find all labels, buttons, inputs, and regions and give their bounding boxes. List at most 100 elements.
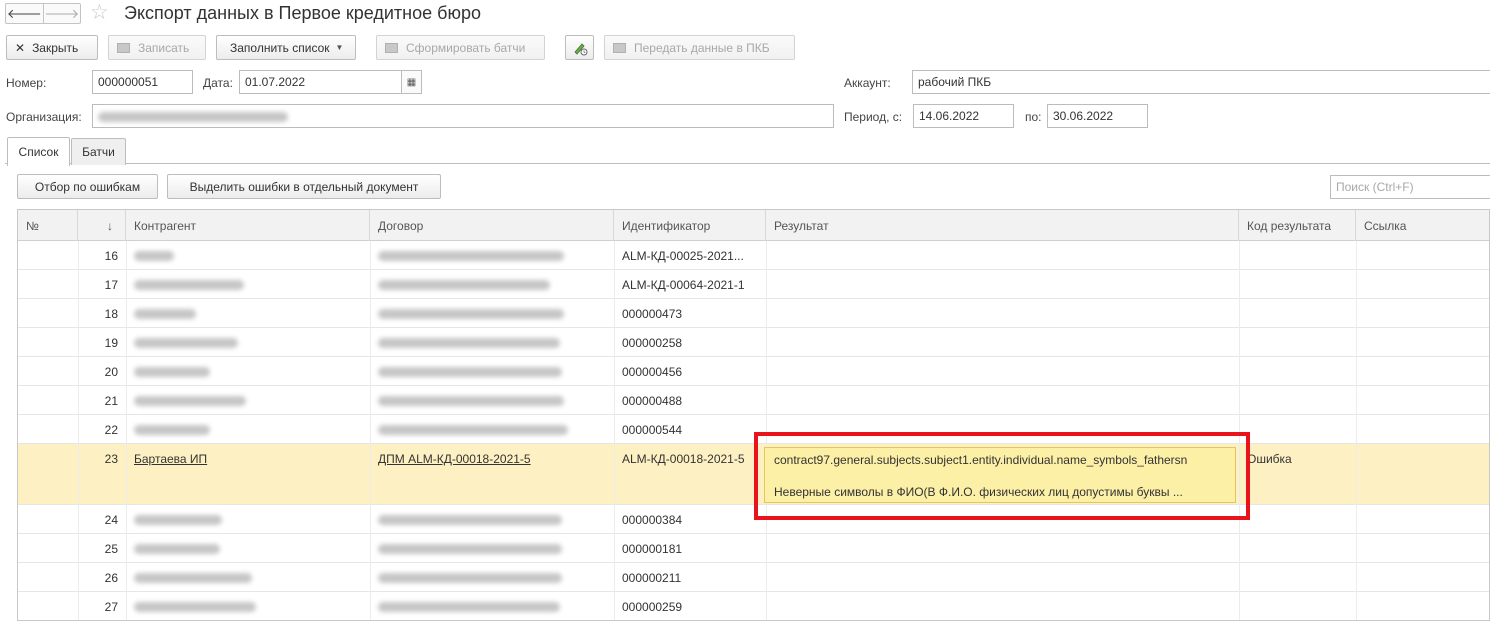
row-counterparty: Бартаева ИП [126, 444, 370, 505]
row-identifier: 000000384 [622, 513, 683, 527]
row-counterparty-blurred [134, 515, 222, 525]
row-number: 21 [104, 394, 118, 408]
table-row[interactable]: 25 000000181 [18, 534, 1489, 563]
fill-list-button[interactable]: Заполнить список ▼ [216, 35, 356, 60]
extract-errors-button[interactable]: Выделить ошибки в отдельный документ [167, 174, 441, 199]
search-input[interactable]: Поиск (Ctrl+F) [1330, 175, 1490, 199]
row-result-code [1239, 270, 1356, 299]
column-divider [126, 270, 127, 299]
account-field[interactable]: рабочий ПКБ [912, 70, 1490, 94]
row-identifier: 000000258 [622, 336, 683, 350]
table-row[interactable]: 26 000000211 [18, 563, 1489, 592]
column-divider [766, 241, 767, 270]
send-to-pkb-button[interactable]: Передать данные в ПКБ [604, 35, 795, 60]
number-field[interactable]: 000000051 [92, 70, 193, 94]
period-from-label: Период, с: [844, 110, 903, 124]
row-result-code [1239, 415, 1356, 444]
header-link[interactable]: Ссылка [1356, 210, 1489, 241]
close-button[interactable]: ✕ Закрыть [6, 35, 98, 60]
number-label: Номер: [6, 76, 47, 90]
row-contract-blurred [378, 544, 562, 554]
date-field[interactable]: 01.07.2022 ▦ [239, 70, 422, 94]
header-contract[interactable]: Договор [370, 210, 614, 241]
column-divider [766, 357, 767, 386]
tab-batches[interactable]: Батчи [71, 138, 126, 165]
row-number: 20 [104, 365, 118, 379]
batch-icon [385, 42, 398, 53]
header-identifier[interactable]: Идентификатор [614, 210, 766, 241]
row-counterparty [126, 415, 370, 444]
row-result-code [1239, 563, 1356, 592]
envelope-icon [613, 42, 626, 53]
column-divider [78, 505, 79, 534]
column-divider [126, 299, 127, 328]
send-to-pkb-label: Передать данные в ПКБ [634, 40, 770, 55]
row-counterparty-blurred [134, 602, 256, 612]
column-divider [1356, 357, 1357, 386]
row-contract [370, 415, 614, 444]
row-result-code [1239, 299, 1356, 328]
row-counterparty [126, 534, 370, 563]
column-divider [126, 386, 127, 415]
column-divider [370, 534, 371, 563]
column-divider [614, 270, 615, 299]
organization-field[interactable] [92, 104, 834, 128]
row-identifier: 000000456 [622, 365, 683, 379]
column-divider [126, 444, 127, 505]
column-divider [1356, 444, 1357, 505]
save-button-label: Записать [138, 40, 190, 55]
filter-errors-button[interactable]: Отбор по ошибкам [17, 174, 158, 199]
window-title: Экспорт данных в Первое кредитное бюро [124, 3, 481, 23]
table-row[interactable]: 20 000000456 [18, 357, 1489, 386]
row-contract [370, 563, 614, 592]
forward-arrow-icon[interactable]: 🡒 [42, 4, 81, 23]
row-counterparty [126, 241, 370, 270]
header-result-code[interactable]: Код результата [1239, 210, 1356, 241]
table-row[interactable]: 16 ALM-КД-00025-2021... [18, 241, 1489, 270]
row-counterparty [126, 328, 370, 357]
back-arrow-icon[interactable]: 🡐 [6, 4, 43, 23]
row-counterparty [126, 357, 370, 386]
history-nav: 🡐 🡒 [5, 3, 81, 24]
form-batches-button[interactable]: Сформировать батчи [376, 35, 545, 60]
pen-clock-icon [573, 42, 587, 55]
sort-arrow-icon[interactable]: ↓ [78, 210, 126, 241]
row-contract: ДПМ ALM-КД-00018-2021-5 [370, 444, 614, 505]
table-row[interactable]: 17 ALM-КД-00064-2021-1 [18, 270, 1489, 299]
column-divider [614, 241, 615, 270]
results-table: № ↓ Контрагент Договор Идентификатор Рез… [17, 209, 1490, 621]
table-row[interactable]: 27 000000259 [18, 592, 1489, 620]
row-number: 27 [104, 600, 118, 614]
column-divider [766, 328, 767, 357]
column-divider [370, 415, 371, 444]
save-button[interactable]: Записать [108, 35, 206, 60]
organization-blurred-value [98, 112, 288, 122]
period-from-field[interactable]: 14.06.2022 [913, 104, 1014, 128]
row-contract-blurred [378, 309, 564, 319]
period-to-field[interactable]: 30.06.2022 [1047, 104, 1148, 128]
tab-list[interactable]: Список [7, 137, 70, 166]
row-contract-link[interactable]: ДПМ ALM-КД-00018-2021-5 [378, 452, 531, 466]
column-divider [1239, 357, 1240, 386]
header-number[interactable]: № [18, 210, 78, 241]
table-row[interactable]: 21 000000488 [18, 386, 1489, 415]
form-batches-label: Сформировать батчи [406, 40, 526, 55]
column-divider [78, 563, 79, 592]
calendar-icon[interactable]: ▦ [401, 71, 421, 93]
table-row[interactable]: 18 000000473 [18, 299, 1489, 328]
favorite-star-icon[interactable]: ☆ [90, 1, 109, 25]
column-divider [1239, 270, 1240, 299]
row-counterparty-blurred [134, 309, 196, 319]
header-result[interactable]: Результат [766, 210, 1239, 241]
column-divider [126, 534, 127, 563]
table-row[interactable]: 19 000000258 [18, 328, 1489, 357]
column-divider [1356, 415, 1357, 444]
column-divider [78, 386, 79, 415]
column-divider [370, 592, 371, 620]
header-counterparty[interactable]: Контрагент [126, 210, 370, 241]
row-contract-blurred [378, 338, 560, 348]
column-divider [78, 444, 79, 505]
row-identifier: 000000473 [622, 307, 683, 321]
row-counterparty-link[interactable]: Бартаева ИП [134, 452, 207, 466]
pen-clock-button[interactable] [565, 35, 594, 60]
